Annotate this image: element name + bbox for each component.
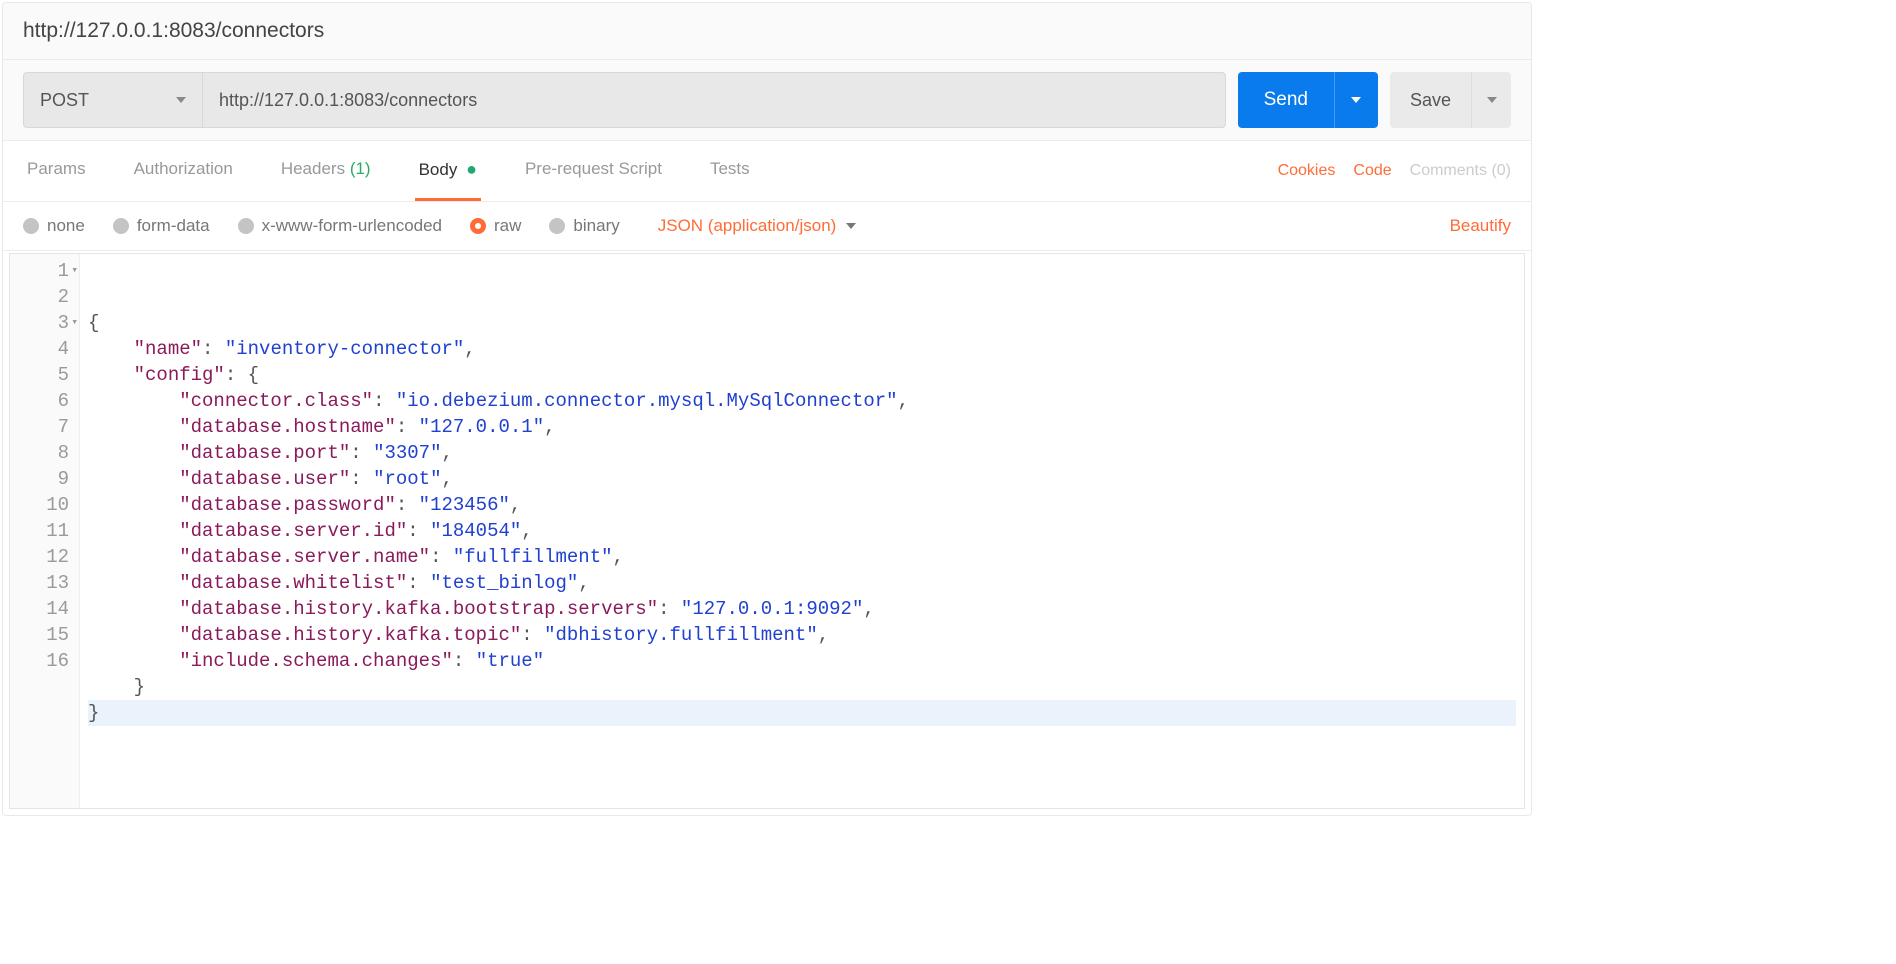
body-type-raw[interactable]: raw [470, 216, 521, 236]
line-number: 12 [18, 544, 69, 570]
code-link[interactable]: Code [1353, 162, 1391, 180]
editor-code[interactable]: { "name": "inventory-connector", "config… [80, 254, 1524, 808]
code-line[interactable]: "database.hostname": "127.0.0.1", [88, 414, 1516, 440]
line-number: 16 [18, 648, 69, 674]
chevron-down-icon [846, 223, 856, 229]
save-button[interactable]: Save [1390, 72, 1471, 128]
code-line[interactable]: "database.whitelist": "test_binlog", [88, 570, 1516, 596]
line-number: 4 [18, 336, 69, 362]
chevron-down-icon [1487, 97, 1497, 103]
code-line[interactable]: "database.history.kafka.topic": "dbhisto… [88, 622, 1516, 648]
content-type-label: JSON (application/json) [658, 216, 837, 236]
url-input[interactable] [203, 72, 1226, 128]
code-line[interactable]: } [88, 700, 1516, 726]
tab-headers[interactable]: Headers (1) [277, 141, 375, 201]
radio-icon [113, 218, 129, 234]
tab-body-label: Body [419, 160, 458, 179]
send-button-group: Send [1238, 72, 1378, 128]
http-method-select[interactable]: POST [23, 72, 203, 128]
radio-selected-icon [470, 218, 486, 234]
code-line[interactable]: "database.user": "root", [88, 466, 1516, 492]
line-number: 5 [18, 362, 69, 388]
body-type-raw-label: raw [494, 216, 521, 236]
line-number: 7 [18, 414, 69, 440]
chevron-down-icon [176, 97, 186, 103]
body-type-binary-label: binary [573, 216, 619, 236]
tab-tests[interactable]: Tests [706, 141, 754, 201]
tab-headers-count: (1) [350, 159, 371, 178]
line-number: 15 [18, 622, 69, 648]
line-number: 9 [18, 466, 69, 492]
tabs-left: Params Authorization Headers (1) Body ● … [23, 141, 754, 201]
editor-gutter: 12345678910111213141516 [10, 254, 80, 808]
request-header: http://127.0.0.1:8083/connectors [3, 3, 1531, 60]
body-types: none form-data x-www-form-urlencoded raw… [23, 216, 856, 236]
body-type-formdata-label: form-data [137, 216, 210, 236]
save-dropdown-button[interactable] [1471, 72, 1511, 128]
tabs-right: Cookies Code Comments (0) [1278, 162, 1511, 180]
code-line[interactable]: } [88, 674, 1516, 700]
radio-icon [23, 218, 39, 234]
code-line[interactable]: "database.server.name": "fullfillment", [88, 544, 1516, 570]
body-type-none[interactable]: none [23, 216, 85, 236]
line-number: 2 [18, 284, 69, 310]
request-tabs: Params Authorization Headers (1) Body ● … [3, 141, 1531, 202]
radio-icon [549, 218, 565, 234]
body-type-row: none form-data x-www-form-urlencoded raw… [3, 202, 1531, 251]
comments-link[interactable]: Comments (0) [1410, 162, 1511, 180]
radio-icon [238, 218, 254, 234]
line-number: 1 [18, 258, 69, 284]
code-line[interactable]: { [88, 310, 1516, 336]
code-line[interactable]: "config": { [88, 362, 1516, 388]
send-dropdown-button[interactable] [1334, 72, 1378, 128]
body-type-urlencoded[interactable]: x-www-form-urlencoded [238, 216, 442, 236]
tab-body-dot-icon: ● [466, 159, 477, 179]
send-button[interactable]: Send [1238, 72, 1334, 128]
json-editor[interactable]: 12345678910111213141516 { "name": "inven… [9, 253, 1525, 809]
line-number: 3 [18, 310, 69, 336]
tab-prerequest[interactable]: Pre-request Script [521, 141, 666, 201]
line-number: 11 [18, 518, 69, 544]
code-line[interactable]: "database.history.kafka.bootstrap.server… [88, 596, 1516, 622]
tab-body[interactable]: Body ● [415, 141, 481, 201]
code-line[interactable]: "name": "inventory-connector", [88, 336, 1516, 362]
tab-authorization[interactable]: Authorization [130, 141, 237, 201]
code-line[interactable]: "database.port": "3307", [88, 440, 1516, 466]
line-number: 6 [18, 388, 69, 414]
request-panel: http://127.0.0.1:8083/connectors POST Se… [2, 2, 1532, 816]
request-title: http://127.0.0.1:8083/connectors [23, 19, 1511, 43]
code-line[interactable]: "database.password": "123456", [88, 492, 1516, 518]
beautify-link[interactable]: Beautify [1450, 216, 1511, 236]
content-type-select[interactable]: JSON (application/json) [658, 216, 857, 236]
body-type-urlencoded-label: x-www-form-urlencoded [262, 216, 442, 236]
http-method-value: POST [40, 90, 89, 111]
line-number: 10 [18, 492, 69, 518]
body-type-binary[interactable]: binary [549, 216, 619, 236]
tab-headers-label: Headers [281, 159, 345, 178]
code-line[interactable]: "database.server.id": "184054", [88, 518, 1516, 544]
cookies-link[interactable]: Cookies [1278, 162, 1336, 180]
tab-params[interactable]: Params [23, 141, 90, 201]
body-type-formdata[interactable]: form-data [113, 216, 210, 236]
request-row: POST Send Save [3, 60, 1531, 141]
body-type-none-label: none [47, 216, 85, 236]
code-line[interactable]: "include.schema.changes": "true" [88, 648, 1516, 674]
line-number: 14 [18, 596, 69, 622]
code-line[interactable]: "connector.class": "io.debezium.connecto… [88, 388, 1516, 414]
line-number: 8 [18, 440, 69, 466]
line-number: 13 [18, 570, 69, 596]
chevron-down-icon [1351, 97, 1361, 103]
save-button-group: Save [1390, 72, 1511, 128]
